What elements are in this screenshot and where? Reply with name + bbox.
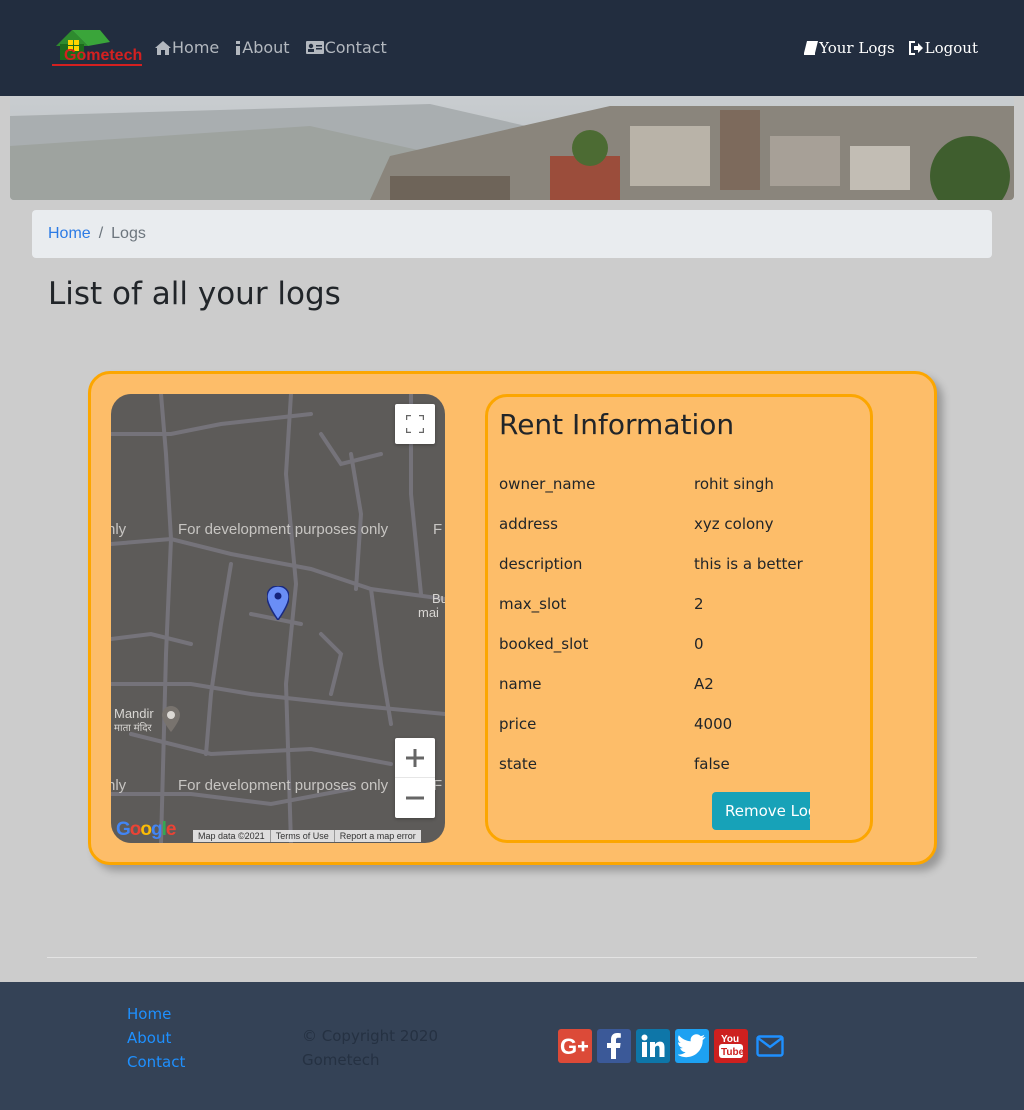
divider [47, 957, 977, 958]
google-plus-icon[interactable]: G [558, 1029, 592, 1063]
rent-row: price 4000 [499, 715, 869, 739]
zoom-out-button[interactable] [395, 778, 435, 818]
facebook-icon[interactable] [597, 1029, 631, 1063]
nav-home-label: Home [172, 38, 220, 57]
map-watermark-edge-left-bottom: nly [111, 777, 127, 794]
rent-row: description this is a better [499, 555, 869, 579]
rent-key: owner_name [499, 475, 596, 493]
book-icon [804, 41, 819, 55]
nav-your-logs-label: Your Logs [819, 39, 895, 57]
nav-contact[interactable]: Contact [305, 38, 387, 57]
fullscreen-button[interactable] [395, 404, 435, 444]
rent-row: state false [499, 755, 869, 779]
rent-key: max_slot [499, 595, 567, 613]
svg-text:Gometech: Gometech [64, 47, 142, 64]
rent-value: false [694, 755, 730, 773]
rent-row: name A2 [499, 675, 869, 699]
footer-link-contact[interactable]: Contact [127, 1052, 185, 1073]
remove-log-button[interactable]: Remove Log [712, 792, 810, 830]
location-marker-icon[interactable] [267, 586, 289, 620]
nav-contact-label: Contact [324, 38, 387, 57]
rent-key: state [499, 755, 537, 773]
nav-logout-label: Logout [924, 39, 978, 57]
rent-value: this is a better [694, 555, 803, 573]
rent-value: 0 [694, 635, 704, 653]
footer-link-about[interactable]: About [127, 1028, 185, 1049]
nav-logout[interactable]: Logout [908, 39, 978, 57]
brand-logo[interactable]: Gometech [50, 26, 144, 70]
rent-key: booked_slot [499, 635, 589, 653]
map-watermark-bottom: For development purposes only [178, 777, 389, 794]
rent-info-title: Rent Information [499, 408, 735, 441]
address-card-icon [305, 41, 324, 54]
footer-links: Home About Contact [127, 1004, 185, 1073]
map-terms-link[interactable]: Terms of Use [271, 830, 335, 842]
map-label-mandir: Mandir [114, 706, 154, 721]
map-watermark-top: For development purposes only [178, 521, 389, 538]
minus-icon [406, 796, 424, 800]
plus-icon [406, 748, 424, 767]
zoom-controls [395, 738, 435, 818]
rent-key: price [499, 715, 537, 733]
map-label-bu: Bu [432, 591, 445, 606]
home-icon [155, 40, 171, 55]
rent-key: name [499, 675, 542, 693]
rent-row: owner_name rohit singh [499, 475, 869, 499]
fullscreen-icon [406, 415, 424, 433]
navbar: Gometech Home About Contact Your Logs Lo… [0, 0, 1024, 96]
map-label-mandir-hi: माता मंदिर [114, 723, 152, 734]
rent-value: xyz colony [694, 515, 774, 533]
map-attribution: Map data ©2021 Terms of Use Report a map… [193, 830, 421, 842]
nav-about[interactable]: About [235, 38, 290, 57]
breadcrumb: Home / Logs [32, 210, 992, 258]
email-icon[interactable] [753, 1029, 787, 1063]
rent-value: 2 [694, 595, 704, 613]
copyright-text: © Copyright 2020 Gometech [302, 1027, 439, 1069]
footer-link-home[interactable]: Home [127, 1004, 185, 1025]
rent-value: rohit singh [694, 475, 774, 493]
banner-image [10, 96, 1014, 200]
map-report-error-link[interactable]: Report a map error [335, 830, 421, 842]
map-data-credit: Map data ©2021 [193, 830, 271, 842]
map-watermark-edge-left-top: nly [111, 521, 127, 538]
map-watermark-edge-right-top: F [433, 521, 443, 538]
rent-key: address [499, 515, 558, 533]
rent-key: description [499, 555, 583, 573]
svg-text:You: You [721, 1034, 739, 1045]
nav-your-logs[interactable]: Your Logs [804, 39, 895, 57]
rent-row: booked_slot 0 [499, 635, 869, 659]
twitter-icon[interactable] [675, 1029, 709, 1063]
nav-home[interactable]: Home [155, 38, 219, 57]
breadcrumb-separator: / [98, 225, 104, 242]
svg-text:G: G [560, 1035, 577, 1057]
zoom-in-button[interactable] [395, 738, 435, 778]
sign-out-icon [908, 41, 923, 55]
youtube-icon[interactable]: You Tube [714, 1029, 748, 1063]
breadcrumb-home[interactable]: Home [48, 225, 91, 243]
breadcrumb-current: Logs [111, 225, 146, 242]
rent-value: A2 [694, 675, 714, 693]
rent-row: max_slot 2 [499, 595, 869, 619]
nav-about-label: About [242, 38, 290, 57]
page-title: List of all your logs [48, 276, 341, 312]
svg-text:Tube: Tube [721, 1047, 744, 1058]
linkedin-icon[interactable] [636, 1029, 670, 1063]
place-pin-icon[interactable] [162, 706, 180, 732]
rent-row: address xyz colony [499, 515, 869, 539]
google-logo[interactable]: Google [116, 819, 176, 841]
info-icon [236, 40, 241, 55]
map-view[interactable]: nly For development purposes only F nly … [111, 394, 445, 843]
social-links: G You Tube [558, 1029, 787, 1063]
map-label-mai: mai [418, 605, 439, 620]
rent-value: 4000 [694, 715, 733, 733]
